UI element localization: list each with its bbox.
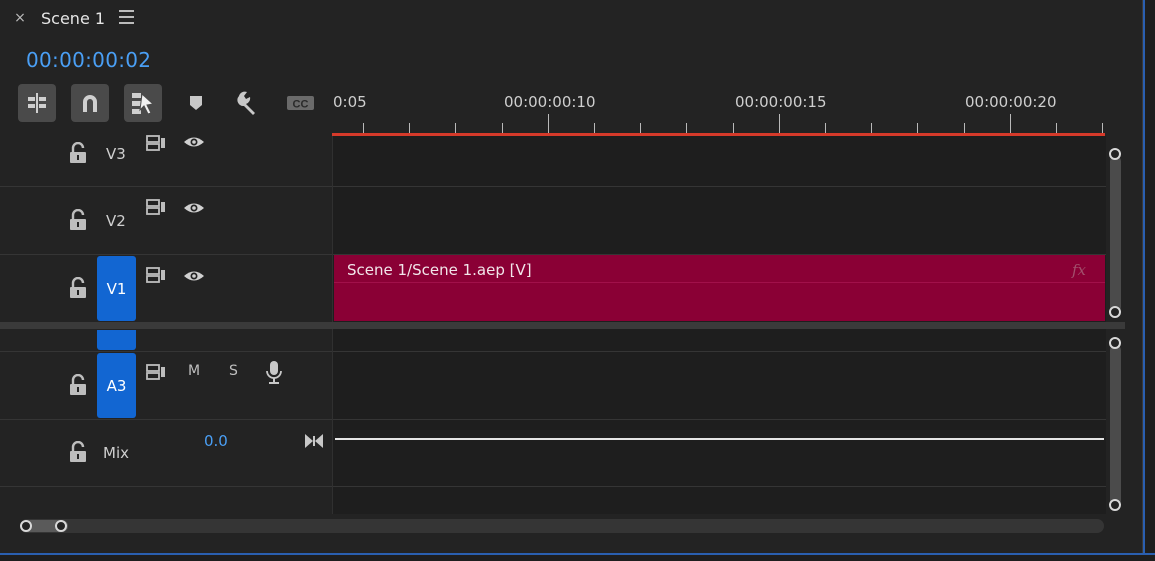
scroll-handle[interactable] (1109, 337, 1121, 349)
eye-icon[interactable] (183, 267, 205, 285)
scroll-handle[interactable] (1109, 148, 1121, 160)
fx-badge[interactable]: fx (1072, 261, 1086, 279)
ruler-tick (732, 123, 734, 133)
lock-icon[interactable] (68, 441, 88, 463)
ruler-tick (1009, 114, 1011, 133)
ruler-tick (547, 114, 549, 133)
video-audio-divider[interactable] (0, 322, 1125, 329)
ruler-tick (778, 114, 780, 133)
cc-label: CC (293, 99, 309, 111)
eye-icon[interactable] (183, 133, 205, 151)
track-target-strip[interactable] (97, 330, 136, 350)
snap-magnet-icon (83, 95, 97, 112)
video-vertical-scrollbar[interactable] (1110, 156, 1121, 312)
mix-volume-value[interactable]: 0.0 (204, 432, 228, 450)
divider (0, 186, 332, 187)
linked-selection-icon (132, 92, 155, 115)
ruler-label: 00:00:00:10 (504, 93, 596, 111)
lock-icon[interactable] (68, 209, 88, 231)
mute-button[interactable]: M (188, 363, 200, 379)
insert-sequence-button[interactable] (18, 84, 56, 122)
ruler-tick (1102, 123, 1104, 133)
lock-icon[interactable] (68, 277, 88, 299)
ruler-tick (640, 123, 642, 133)
insert-sequence-icon (28, 93, 46, 113)
track-target-v1[interactable]: V1 (97, 256, 136, 321)
microphone-icon[interactable] (265, 360, 283, 386)
track-target-a3[interactable]: A3 (97, 353, 136, 418)
ruler-label: 00:00:00:15 (735, 93, 827, 111)
divider (0, 419, 332, 420)
timeline-clip[interactable]: Scene 1/Scene 1.aep [V] fx (334, 255, 1105, 321)
sync-lock-icon[interactable] (145, 266, 167, 284)
ruler-label: 0:05 (333, 93, 367, 111)
wrench-settings-icon (237, 91, 255, 115)
audio-vertical-scrollbar[interactable] (1110, 345, 1121, 506)
ruler-tick (501, 123, 503, 133)
horizontal-scrollbar[interactable] (20, 519, 1104, 533)
tab-title[interactable]: Scene 1 (41, 9, 105, 28)
closed-captions-icon: CC (287, 96, 314, 111)
track-name-v2[interactable]: V2 (106, 212, 126, 230)
scroll-handle[interactable] (1109, 306, 1121, 318)
mix-volume-line[interactable] (335, 438, 1104, 440)
ruler-tick (825, 123, 826, 133)
ruler-tick (686, 123, 688, 133)
lock-icon[interactable] (68, 142, 88, 164)
close-tab-button[interactable]: × (14, 10, 26, 26)
scroll-handle[interactable] (55, 520, 67, 532)
track-name-mix[interactable]: Mix (103, 444, 129, 462)
panel-focus-edge (1143, 0, 1145, 553)
panel-focus-edge-bottom (0, 553, 1155, 555)
snap-button[interactable] (71, 84, 109, 122)
sync-lock-icon[interactable] (145, 198, 167, 216)
ruler-tick (363, 123, 364, 133)
ruler-tick (455, 123, 457, 133)
ruler-tick (963, 123, 965, 133)
lock-icon[interactable] (68, 374, 88, 396)
add-marker-button[interactable] (181, 88, 211, 118)
timeline-settings-button[interactable] (233, 88, 263, 118)
clip-name: Scene 1/Scene 1.aep [V] (347, 261, 532, 279)
bowtie-icon[interactable] (303, 432, 325, 450)
add-marker-icon (190, 96, 202, 110)
divider (0, 254, 332, 255)
ruler-tick (594, 123, 595, 133)
captions-button[interactable]: CC (286, 88, 316, 118)
panel-menu-icon[interactable] (119, 10, 134, 24)
scroll-handle[interactable] (1109, 499, 1121, 511)
linked-selection-button[interactable] (124, 84, 162, 122)
ruler-label: 00:00:00:20 (965, 93, 1057, 111)
clip-divider (334, 282, 1105, 283)
sync-lock-icon[interactable] (145, 134, 167, 152)
ruler-tick (409, 123, 411, 133)
solo-button[interactable]: S (229, 363, 238, 379)
ruler-tick (871, 123, 873, 133)
time-ruler[interactable] (332, 114, 1107, 134)
playhead-timecode[interactable]: 00:00:00:02 (26, 48, 151, 72)
scroll-handle[interactable] (20, 520, 32, 532)
ruler-tick (1056, 123, 1057, 133)
ruler-tick (917, 123, 919, 133)
track-name-v3[interactable]: V3 (106, 145, 126, 163)
eye-icon[interactable] (183, 199, 205, 217)
divider (0, 351, 332, 352)
divider (0, 486, 332, 487)
sync-lock-icon[interactable] (145, 363, 167, 381)
